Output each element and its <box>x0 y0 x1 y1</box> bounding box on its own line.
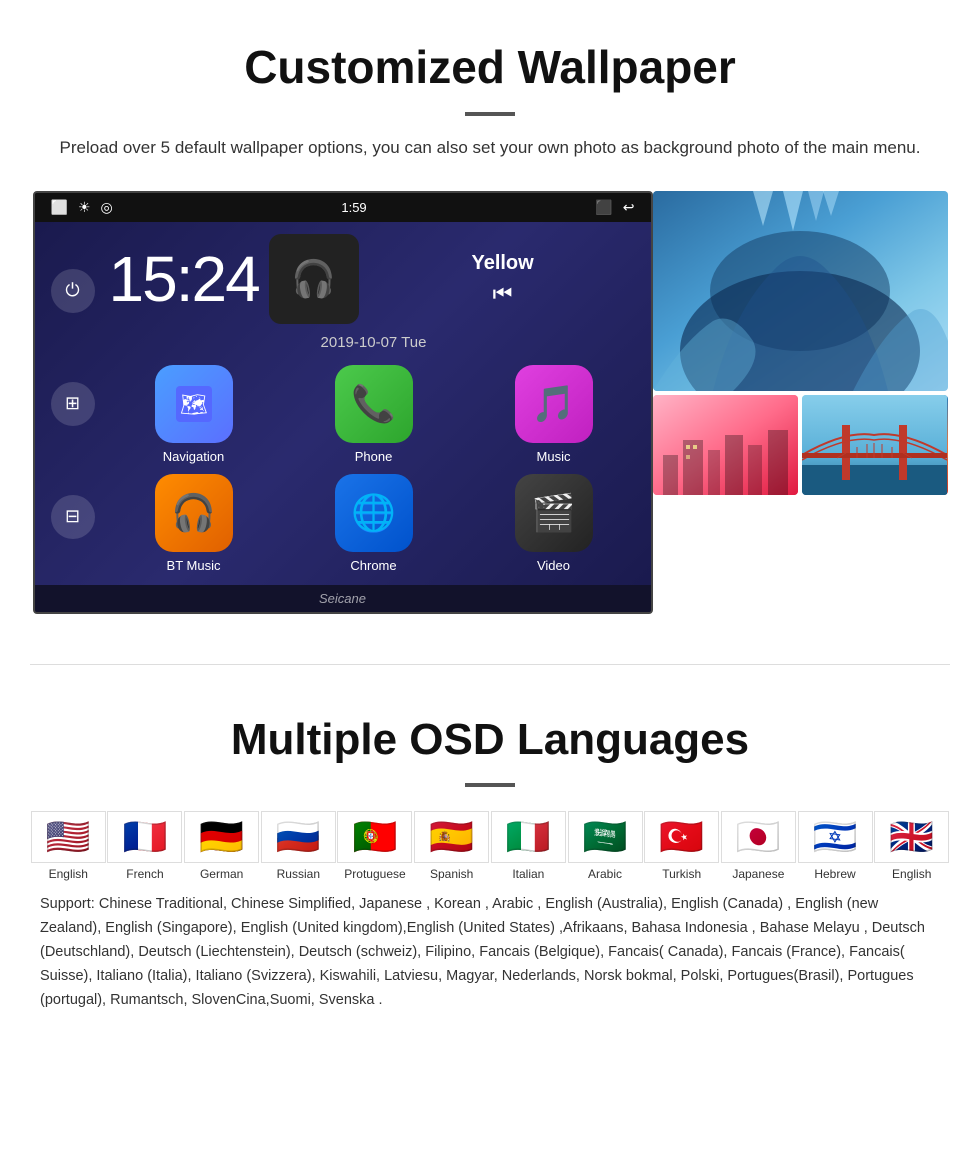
grid-button[interactable]: ⊞ <box>51 382 95 426</box>
screen-sidebar: ⏻ ⊞ ⊟ <box>47 234 99 573</box>
flag-label-0: English <box>49 867 88 881</box>
flag-emoji-4: 🇵🇹 <box>337 811 412 863</box>
video-icon: 🎬 <box>515 474 593 552</box>
bt-label: BT Music <box>167 558 221 573</box>
screen-main: ⏻ ⊞ ⊟ 15:24 🎧 Yellow <box>35 222 651 585</box>
flag-label-10: Hebrew <box>814 867 855 881</box>
flag-emoji-7: 🇸🇦 <box>568 811 643 863</box>
section-divider-hr <box>30 664 950 665</box>
flag-emoji-10: 🇮🇱 <box>798 811 873 863</box>
flag-label-5: Spanish <box>430 867 473 881</box>
flag-emoji-5: 🇪🇸 <box>414 811 489 863</box>
bt-icon: 🎧 <box>155 474 233 552</box>
flag-emoji-2: 🇩🇪 <box>184 811 259 863</box>
flag-emoji-0: 🇺🇸 <box>31 811 106 863</box>
support-text: Support: Chinese Traditional, Chinese Si… <box>30 893 950 1013</box>
phone-icon: 📞 <box>335 365 413 443</box>
wallpaper-ice <box>653 191 948 391</box>
status-bar-left: ⬜ ☀ ◎ <box>51 199 113 216</box>
flag-label-11: English <box>892 867 931 881</box>
clock-date: 2019-10-07 Tue <box>109 334 639 351</box>
app-phone[interactable]: 📞 Phone <box>289 365 459 464</box>
music-title: Yellow <box>367 252 639 275</box>
app-bt-music[interactable]: 🎧 BT Music <box>109 474 279 573</box>
flag-item-10: 🇮🇱 Hebrew <box>797 811 874 881</box>
wallpaper-bottom-row <box>653 395 948 495</box>
status-icon-home: ⬜ <box>51 199 68 216</box>
app-video[interactable]: 🎬 Video <box>469 474 639 573</box>
flag-item-8: 🇹🇷 Turkish <box>643 811 720 881</box>
music-info: Yellow ⏮ <box>367 252 639 307</box>
flag-item-2: 🇩🇪 German <box>183 811 260 881</box>
nav-icon: 🗺 <box>155 365 233 443</box>
wallpaper-description: Preload over 5 default wallpaper options… <box>50 134 930 161</box>
status-icon-window: ⬛ <box>595 199 612 216</box>
flag-label-9: Japanese <box>732 867 784 881</box>
flag-item-6: 🇮🇹 Italian <box>490 811 567 881</box>
wallpaper-bridge <box>802 395 948 495</box>
status-bar-right: ⬛ ↩ <box>595 199 634 216</box>
flag-item-5: 🇪🇸 Spanish <box>413 811 490 881</box>
flag-item-9: 🇯🇵 Japanese <box>720 811 797 881</box>
flag-emoji-8: 🇹🇷 <box>644 811 719 863</box>
flag-label-1: French <box>126 867 163 881</box>
flag-item-7: 🇸🇦 Arabic <box>567 811 644 881</box>
wallpaper-title: Customized Wallpaper <box>30 40 950 94</box>
languages-section: Multiple OSD Languages 🇺🇸 English 🇫🇷 Fre… <box>0 685 980 1033</box>
flag-label-6: Italian <box>512 867 544 881</box>
app-music[interactable]: 🎵 Music <box>469 365 639 464</box>
flag-label-7: Arabic <box>588 867 622 881</box>
status-bar: ⬜ ☀ ◎ 1:59 ⬛ ↩ <box>35 193 651 222</box>
flag-emoji-6: 🇮🇹 <box>491 811 566 863</box>
flag-emoji-1: 🇫🇷 <box>107 811 182 863</box>
music-icon: 🎵 <box>515 365 593 443</box>
flags-row: 🇺🇸 English 🇫🇷 French 🇩🇪 German 🇷🇺 Russia… <box>30 811 950 881</box>
flag-label-3: Russian <box>277 867 320 881</box>
phone-screen: ⬜ ☀ ◎ 1:59 ⬛ ↩ ⏻ ⊞ ⊟ <box>33 191 653 614</box>
title-divider <box>465 112 515 116</box>
watermark-text: Seicane <box>319 591 366 606</box>
wallpaper-thumbnails <box>653 191 948 495</box>
clock-area: 15:24 🎧 Yellow ⏮ <box>109 234 639 324</box>
flag-emoji-9: 🇯🇵 <box>721 811 796 863</box>
languages-divider <box>465 783 515 787</box>
screen-center: 15:24 🎧 Yellow ⏮ 2019-10-07 Tue <box>109 234 639 573</box>
app-grid: 🗺 Navigation 📞 Phone <box>109 365 639 573</box>
flag-item-11: 🇬🇧 English <box>873 811 950 881</box>
phone-label: Phone <box>355 449 393 464</box>
status-icon-back: ↩ <box>623 199 635 216</box>
settings-button[interactable]: ⊟ <box>51 495 95 539</box>
chrome-label: Chrome <box>350 558 396 573</box>
seicane-watermark: Seicane <box>35 585 651 612</box>
nav-label: Navigation <box>163 449 224 464</box>
flag-item-1: 🇫🇷 French <box>107 811 184 881</box>
music-prev-icon[interactable]: ⏮ <box>367 281 639 307</box>
app-navigation[interactable]: 🗺 Navigation <box>109 365 279 464</box>
status-icon-gps: ◎ <box>101 199 113 216</box>
app-chrome[interactable]: 🌐 Chrome <box>289 474 459 573</box>
music-widget: 🎧 <box>269 234 359 324</box>
mockup-container: ⬜ ☀ ◎ 1:59 ⬛ ↩ ⏻ ⊞ ⊟ <box>30 191 950 614</box>
flag-label-4: Protuguese <box>344 867 405 881</box>
power-button[interactable]: ⏻ <box>51 269 95 313</box>
wallpaper-pink <box>653 395 799 495</box>
video-label: Video <box>537 558 570 573</box>
languages-title: Multiple OSD Languages <box>30 715 950 765</box>
flag-item-3: 🇷🇺 Russian <box>260 811 337 881</box>
flag-label-2: German <box>200 867 243 881</box>
flag-item-0: 🇺🇸 English <box>30 811 107 881</box>
flag-label-8: Turkish <box>662 867 701 881</box>
clock-display: 15:24 <box>109 242 259 316</box>
status-icon-brightness: ☀ <box>78 199 91 216</box>
svg-text:🗺: 🗺 <box>180 392 208 417</box>
chrome-icon: 🌐 <box>335 474 413 552</box>
music-label: Music <box>537 449 571 464</box>
flag-emoji-11: 🇬🇧 <box>874 811 949 863</box>
flag-item-4: 🇵🇹 Protuguese <box>337 811 414 881</box>
flag-emoji-3: 🇷🇺 <box>261 811 336 863</box>
status-time: 1:59 <box>341 200 366 215</box>
wallpaper-section: Customized Wallpaper Preload over 5 defa… <box>0 0 980 644</box>
